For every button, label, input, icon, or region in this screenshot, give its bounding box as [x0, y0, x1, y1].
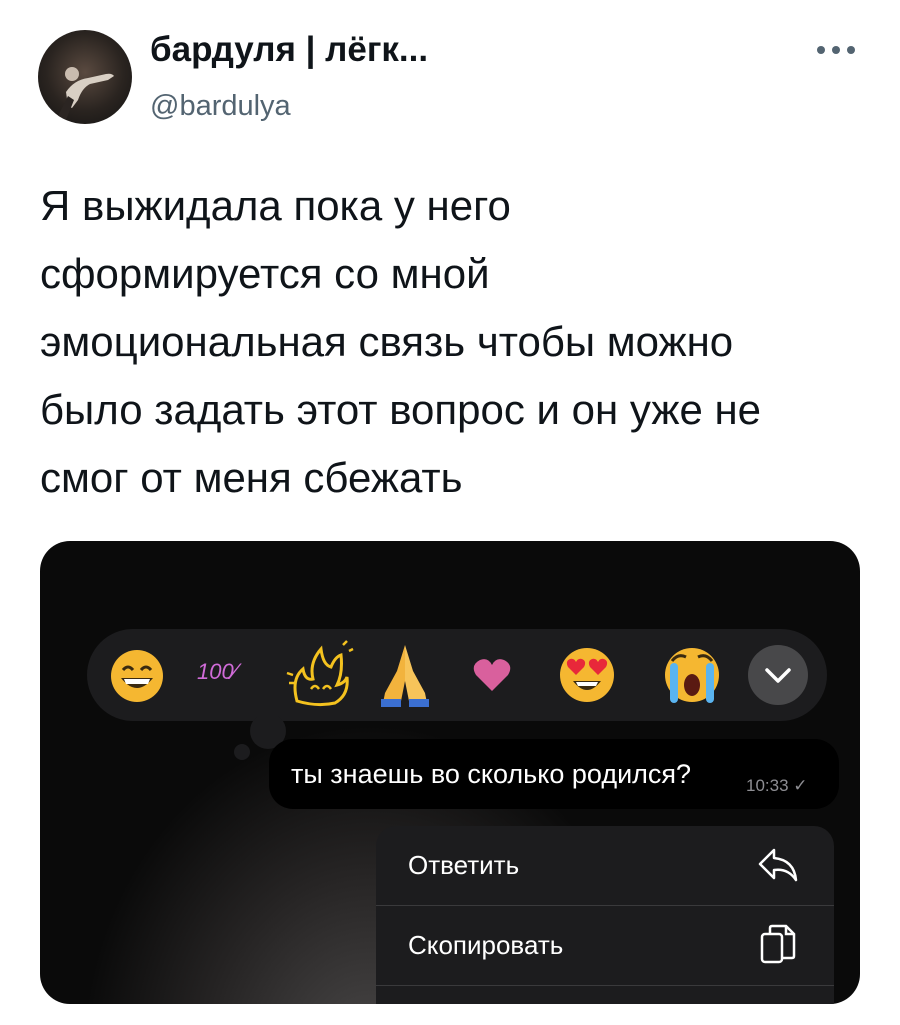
tweet-text: Я выжидала пока у него сформируется со м… — [40, 172, 870, 512]
tweet-line: было задать этот вопрос и он уже не — [40, 386, 762, 433]
author-name[interactable]: бардуля | лёгк... — [150, 30, 428, 70]
tweet-line: Я выжидала пока у него — [40, 182, 511, 229]
reply-icon — [758, 848, 798, 882]
attached-screenshot[interactable]: 100⁄ ты знаешь во сколько родился? 10:33… — [40, 541, 860, 1004]
message-time: 10:33 ✓ — [746, 776, 808, 796]
menu-item-copy[interactable]: Скопировать — [376, 906, 834, 984]
message-timestamp: 10:33 — [746, 776, 789, 795]
avatar-photo-icon — [58, 67, 114, 120]
reaction-bar: 100⁄ — [87, 629, 827, 721]
heart-icon[interactable] — [472, 657, 512, 693]
heart-eyes-emoji-icon[interactable] — [557, 645, 617, 705]
tweet-line: смог от меня сбежать — [40, 454, 463, 501]
menu-item-label: Скопировать — [408, 930, 564, 960]
expand-chevron-icon[interactable] — [747, 644, 809, 706]
menu-item-reply[interactable]: Ответить — [376, 826, 834, 904]
context-menu: Ответить Скопировать — [376, 826, 834, 1004]
more-options-icon[interactable] — [812, 30, 862, 70]
reaction-bar-tail — [234, 744, 250, 760]
praying-hands-icon[interactable] — [375, 641, 435, 709]
menu-item-label: Ответить — [408, 850, 520, 880]
sent-check-icon: ✓ — [793, 776, 808, 795]
crying-emoji-icon[interactable] — [662, 643, 722, 707]
hundred-percent-icon[interactable]: 100⁄ — [197, 659, 237, 685]
message-bubble[interactable]: ты знаешь во сколько родился? 10:33 ✓ — [269, 739, 839, 809]
tweet-line: эмоциональная связь чтобы можно — [40, 318, 734, 365]
author-handle[interactable]: @bardulya — [150, 90, 291, 123]
menu-divider — [376, 985, 834, 986]
message-text: ты знаешь во сколько родился? — [291, 759, 692, 789]
fire-sketch-icon[interactable] — [283, 639, 355, 707]
copy-icon — [760, 924, 796, 964]
avatar[interactable] — [38, 30, 132, 124]
grin-emoji-icon[interactable] — [109, 648, 165, 704]
tweet-line: сформируется со мной — [40, 250, 490, 297]
